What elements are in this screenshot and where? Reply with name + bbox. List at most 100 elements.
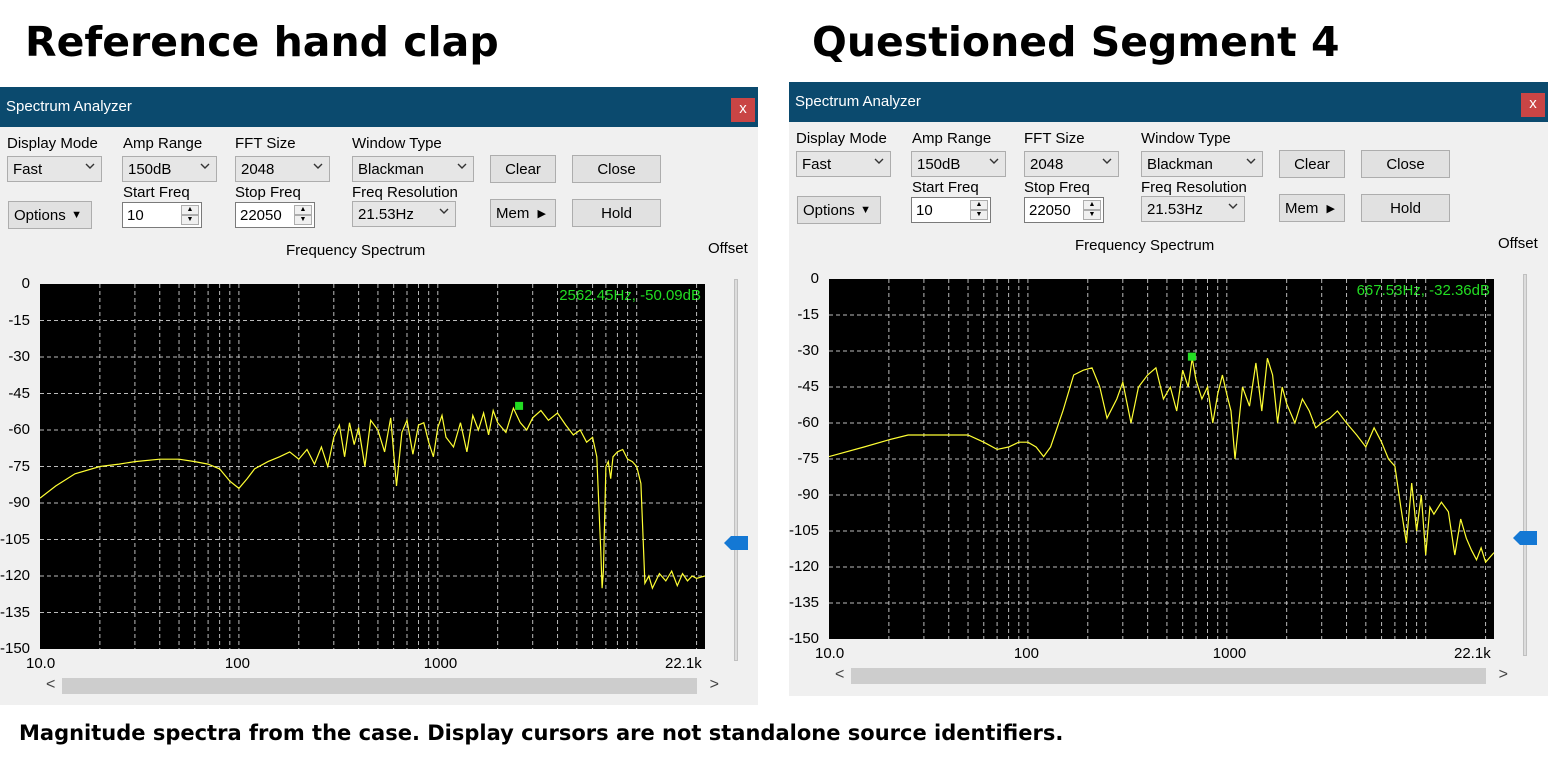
chevron-down-icon xyxy=(85,163,95,169)
label-display-mode: Display Mode xyxy=(796,130,887,147)
clear-button[interactable]: Clear xyxy=(1279,150,1345,178)
window-type-select[interactable]: Blackman xyxy=(352,156,474,182)
cursor-marker[interactable] xyxy=(1187,352,1196,361)
x-tick-label: 100 xyxy=(1013,645,1039,662)
label-amp-range: Amp Range xyxy=(912,130,992,147)
chevron-down-icon: ▼ xyxy=(860,204,871,216)
fft-size-value: 2048 xyxy=(1030,156,1064,173)
spin-up-icon[interactable]: ▲ xyxy=(1083,200,1101,210)
freq-resolution-select[interactable]: 21.53Hz xyxy=(1141,196,1245,222)
slider-thumb-icon[interactable] xyxy=(724,535,748,550)
x-tick-label: 22.1k xyxy=(665,655,702,672)
window-title: Spectrum Analyzer xyxy=(6,98,132,115)
chevron-right-icon[interactable]: > xyxy=(710,676,719,694)
spectrum-plot[interactable]: 667.53Hz, -32.36dB xyxy=(829,279,1494,639)
offset-label: Offset xyxy=(708,240,748,257)
spin-down-icon[interactable]: ▼ xyxy=(294,215,312,225)
close-button[interactable]: Close xyxy=(1361,150,1450,178)
chevron-right-icon[interactable]: > xyxy=(1499,666,1508,684)
spin-up-icon[interactable]: ▲ xyxy=(294,205,312,215)
options-button[interactable]: Options ▼ xyxy=(797,196,881,224)
cursor-marker[interactable] xyxy=(515,401,524,410)
x-tick-label: 10.0 xyxy=(815,645,845,662)
stop-freq-input[interactable]: 22050 ▲ ▼ xyxy=(1024,197,1104,223)
scrollbar-thumb[interactable] xyxy=(62,678,697,694)
options-button-label: Options xyxy=(14,207,66,224)
mem-button-label: Mem xyxy=(1285,200,1319,217)
close-icon[interactable]: x xyxy=(1521,93,1545,117)
close-button-label: Close xyxy=(1386,156,1425,173)
stop-freq-value: 22050 xyxy=(1029,202,1071,219)
display-mode-select[interactable]: Fast xyxy=(796,151,891,177)
y-tick-label: -30 xyxy=(797,342,819,359)
spectrum-plot[interactable]: 2562.45Hz, -50.09dB xyxy=(40,284,705,649)
slider-thumb-icon[interactable] xyxy=(1513,530,1537,545)
label-start-freq: Start Freq xyxy=(912,179,979,196)
chevron-down-icon: ▼ xyxy=(71,209,82,221)
title-bar: Spectrum Analyzer x xyxy=(0,87,758,127)
spin-down-icon[interactable]: ▼ xyxy=(1083,210,1101,220)
spin-up-icon[interactable]: ▲ xyxy=(970,200,988,210)
horizontal-scrollbar[interactable]: < > xyxy=(40,675,725,697)
mem-button[interactable]: Mem ▶ xyxy=(490,199,556,227)
chevron-left-icon[interactable]: < xyxy=(46,676,55,694)
spin-down-icon[interactable]: ▼ xyxy=(181,215,199,225)
hold-button[interactable]: Hold xyxy=(1361,194,1450,222)
spectrum-analyzer-window-reference: Spectrum Analyzer x Display Mode Amp Range F… xyxy=(0,87,758,705)
spin-down-icon[interactable]: ▼ xyxy=(970,210,988,220)
close-button-label: Close xyxy=(597,161,636,178)
plot-title: Frequency Spectrum xyxy=(286,242,426,259)
chevron-down-icon xyxy=(439,208,449,214)
window-type-select[interactable]: Blackman xyxy=(1141,151,1263,177)
stop-freq-value: 22050 xyxy=(240,207,282,224)
close-button[interactable]: Close xyxy=(572,155,661,183)
label-freq-resolution: Freq Resolution xyxy=(1141,179,1247,196)
mem-button[interactable]: Mem ▶ xyxy=(1279,194,1345,222)
y-tick-label: -90 xyxy=(797,486,819,503)
spectrum-trace xyxy=(40,406,705,590)
horizontal-scrollbar[interactable]: < > xyxy=(829,665,1514,687)
clear-button-label: Clear xyxy=(1294,156,1330,173)
window-type-value: Blackman xyxy=(1147,156,1213,173)
start-freq-input[interactable]: 10 ▲ ▼ xyxy=(911,197,991,223)
stop-freq-input[interactable]: 22050 ▲ ▼ xyxy=(235,202,315,228)
spectrum-chart xyxy=(829,279,1494,639)
start-freq-input[interactable]: 10 ▲ ▼ xyxy=(122,202,202,228)
close-icon[interactable]: x xyxy=(731,98,755,122)
start-freq-value: 10 xyxy=(127,207,144,224)
heading-left: Reference hand clap xyxy=(25,18,499,66)
chevron-down-icon xyxy=(1228,203,1238,209)
spectrum-chart xyxy=(40,284,705,649)
scrollbar-thumb[interactable] xyxy=(851,668,1486,684)
freq-resolution-select[interactable]: 21.53Hz xyxy=(352,201,456,227)
mem-button-label: Mem xyxy=(496,205,530,222)
window-title: Spectrum Analyzer xyxy=(795,93,921,110)
clear-button[interactable]: Clear xyxy=(490,155,556,183)
fft-size-value: 2048 xyxy=(241,161,275,178)
y-tick-label: -75 xyxy=(797,450,819,467)
title-bar: Spectrum Analyzer x xyxy=(789,82,1548,122)
amp-range-select[interactable]: 150dB xyxy=(122,156,217,182)
y-tick-label: -105 xyxy=(789,522,820,539)
fft-size-select[interactable]: 2048 xyxy=(235,156,330,182)
y-tick-label: -30 xyxy=(8,348,30,365)
hold-button[interactable]: Hold xyxy=(572,199,661,227)
options-button[interactable]: Options ▼ xyxy=(8,201,92,229)
chevron-down-icon xyxy=(200,163,210,169)
chevron-down-icon xyxy=(874,158,884,164)
offset-slider-track[interactable] xyxy=(1523,274,1527,656)
fft-size-select[interactable]: 2048 xyxy=(1024,151,1119,177)
label-stop-freq: Stop Freq xyxy=(235,184,301,201)
spin-up-icon[interactable]: ▲ xyxy=(181,205,199,215)
amp-range-select[interactable]: 150dB xyxy=(911,151,1006,177)
label-freq-resolution: Freq Resolution xyxy=(352,184,458,201)
chevron-left-icon[interactable]: < xyxy=(835,666,844,684)
y-tick-label: -90 xyxy=(8,494,30,511)
chevron-right-icon: ▶ xyxy=(537,208,546,220)
y-tick-label: -45 xyxy=(8,384,30,402)
caption: Magnitude spectra from the case. Display… xyxy=(19,721,1064,745)
offset-slider-track[interactable] xyxy=(734,279,738,661)
display-mode-select[interactable]: Fast xyxy=(7,156,102,182)
y-tick-label: -120 xyxy=(0,567,31,584)
label-amp-range: Amp Range xyxy=(123,135,203,152)
